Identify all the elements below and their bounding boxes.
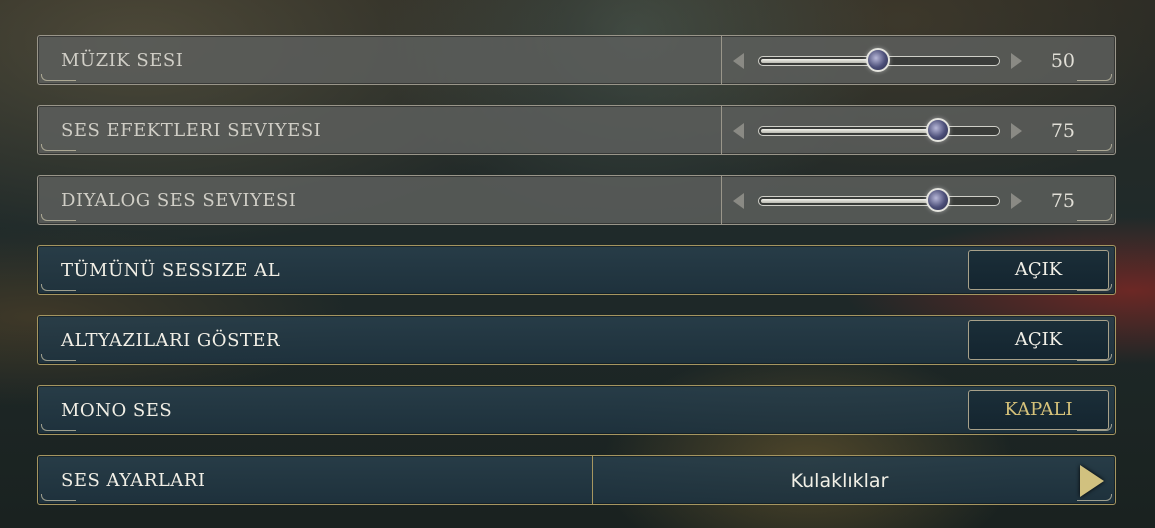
chevron-right-icon[interactable] bbox=[1011, 123, 1022, 139]
slider-track[interactable] bbox=[758, 126, 1000, 136]
chevron-right-icon[interactable] bbox=[1011, 193, 1022, 209]
setting-label-mono-audio: MONO SES bbox=[61, 400, 173, 421]
next-arrow-icon[interactable] bbox=[1080, 465, 1104, 497]
setting-label-audio-output: SES AYARLARI bbox=[61, 470, 206, 491]
slider-value: 75 bbox=[1050, 120, 1075, 142]
setting-row-sfx-volume[interactable]: SES EFEKTLERI SEVIYESI 75 bbox=[37, 105, 1116, 155]
setting-row-mono-audio[interactable]: MONO SES KAPALI bbox=[37, 385, 1116, 435]
audio-output-value[interactable]: Kulaklıklar bbox=[592, 456, 1087, 506]
slider-fill bbox=[761, 129, 938, 133]
setting-label-mute-all: TÜMÜNÜ SESSIZE AL bbox=[61, 260, 281, 281]
corner-ornament bbox=[41, 424, 76, 431]
setting-row-music-volume[interactable]: MÜZIK SESI 50 bbox=[37, 35, 1116, 85]
slider-track[interactable] bbox=[758, 196, 1000, 206]
setting-label-dialog-volume: DIYALOG SES SEVIYESI bbox=[61, 190, 297, 211]
divider bbox=[721, 36, 722, 84]
chevron-left-icon[interactable] bbox=[733, 53, 744, 69]
slider-fill bbox=[761, 59, 879, 63]
corner-ornament bbox=[1077, 214, 1112, 221]
corner-ornament bbox=[1077, 284, 1112, 291]
slider-fill bbox=[761, 199, 938, 203]
corner-ornament bbox=[1077, 494, 1112, 501]
slider-knob-icon[interactable] bbox=[866, 48, 890, 72]
slider-value: 75 bbox=[1050, 190, 1075, 212]
setting-label-subtitles: ALTYAZILARI GÖSTER bbox=[61, 330, 281, 351]
corner-ornament bbox=[1077, 354, 1112, 361]
setting-row-dialog-volume[interactable]: DIYALOG SES SEVIYESI 75 bbox=[37, 175, 1116, 225]
slider-value: 50 bbox=[1050, 50, 1075, 72]
corner-ornament bbox=[41, 144, 76, 151]
corner-ornament bbox=[41, 494, 76, 501]
setting-label-music-volume: MÜZIK SESI bbox=[61, 50, 184, 71]
setting-label-sfx-volume: SES EFEKTLERI SEVIYESI bbox=[61, 120, 322, 141]
corner-ornament bbox=[41, 74, 76, 81]
corner-ornament bbox=[41, 214, 76, 221]
setting-row-subtitles[interactable]: ALTYAZILARI GÖSTER AÇIK bbox=[37, 315, 1116, 365]
chevron-right-icon[interactable] bbox=[1011, 53, 1022, 69]
divider bbox=[721, 106, 722, 154]
corner-ornament bbox=[1077, 144, 1112, 151]
setting-row-mute-all[interactable]: TÜMÜNÜ SESSIZE AL AÇIK bbox=[37, 245, 1116, 295]
slider-knob-icon[interactable] bbox=[926, 118, 950, 142]
setting-row-audio-output[interactable]: SES AYARLARI Kulaklıklar bbox=[37, 455, 1116, 505]
slider-knob-icon[interactable] bbox=[926, 188, 950, 212]
corner-ornament bbox=[41, 284, 76, 291]
divider bbox=[721, 176, 722, 224]
corner-ornament bbox=[1077, 74, 1112, 81]
corner-ornament bbox=[41, 354, 76, 361]
corner-ornament bbox=[1077, 424, 1112, 431]
chevron-left-icon[interactable] bbox=[733, 123, 744, 139]
chevron-left-icon[interactable] bbox=[733, 193, 744, 209]
